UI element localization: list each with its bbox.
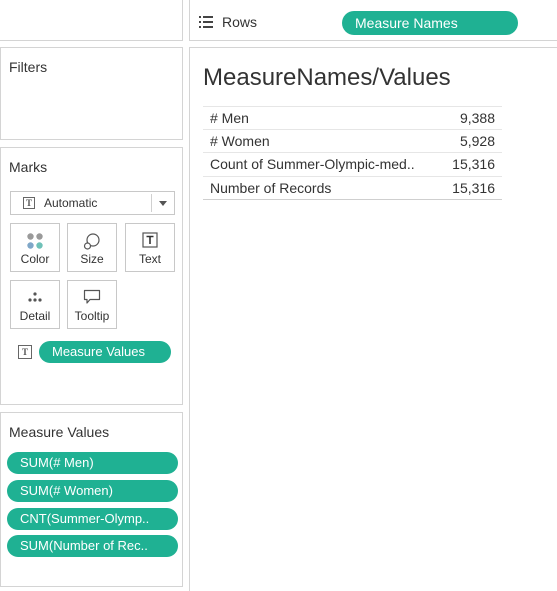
dropdown-divider [151, 194, 152, 212]
size-label: Size [80, 252, 104, 266]
measure-pill-men[interactable]: SUM(# Men) [7, 452, 178, 474]
tooltip-icon [83, 289, 101, 304]
view-canvas[interactable]: MeasureNames/Values # Men 9,388 # Women … [189, 47, 557, 591]
row-value: 9,388 [459, 110, 495, 126]
measure-values-pane: Measure Values SUM(# Men) SUM(# Women) C… [0, 412, 183, 587]
text-encoding-icon: T [18, 345, 32, 359]
tooltip-label: Tooltip [74, 309, 110, 323]
filters-pane[interactable]: Filters [0, 47, 183, 140]
measure-pill-count[interactable]: CNT(Summer-Olymp.. [7, 508, 178, 530]
tooltip-button[interactable]: Tooltip [67, 280, 117, 329]
text-icon [142, 232, 158, 248]
detail-dots-icon [28, 292, 42, 302]
marks-title: Marks [9, 159, 48, 175]
size-icon [83, 233, 100, 250]
mark-type-value: Automatic [44, 196, 98, 210]
pages-pane [0, 0, 183, 41]
filters-title: Filters [9, 59, 48, 75]
marks-pane: Marks T Automatic Color Size Text Detail… [0, 147, 183, 405]
detail-label: Detail [19, 309, 51, 323]
table-row[interactable]: # Women 5,928 [203, 130, 502, 153]
row-header: # Men [210, 110, 249, 126]
row-value: 15,316 [452, 179, 495, 196]
color-button[interactable]: Color [10, 223, 60, 272]
crosstab-table: # Men 9,388 # Women 5,928 Count of Summe… [203, 106, 502, 200]
rows-shelf[interactable]: Rows Measure Names [189, 0, 557, 41]
table-row[interactable]: Count of Summer-Olympic-med.. 15,316 [203, 153, 502, 177]
table-row[interactable]: Number of Records 15,316 [203, 177, 502, 200]
text-mark-icon: T [23, 197, 35, 209]
view-title: MeasureNames/Values [203, 64, 451, 91]
measure-values-text-pill[interactable]: Measure Values [39, 341, 171, 363]
measure-pill-records[interactable]: SUM(Number of Rec.. [7, 535, 178, 557]
row-header: Number of Records [210, 179, 332, 196]
text-label: Text [138, 252, 161, 266]
rows-icon [199, 16, 213, 28]
measure-pill-women[interactable]: SUM(# Women) [7, 480, 178, 502]
detail-button[interactable]: Detail [10, 280, 60, 329]
chevron-down-icon[interactable] [159, 201, 167, 206]
color-label: Color [20, 252, 50, 266]
size-button[interactable]: Size [67, 223, 117, 272]
row-value: 5,928 [459, 132, 495, 149]
color-dots-icon [27, 233, 43, 249]
text-button[interactable]: Text [125, 223, 175, 272]
row-header: Count of Summer-Olympic-med.. [210, 156, 415, 172]
mark-type-dropdown[interactable]: T Automatic [10, 191, 175, 215]
row-value: 15,316 [452, 156, 495, 172]
table-row[interactable]: # Men 9,388 [203, 106, 502, 130]
rows-label: Rows [222, 14, 258, 30]
row-header: # Women [210, 132, 270, 149]
measure-names-pill[interactable]: Measure Names [342, 11, 518, 35]
measure-values-title: Measure Values [9, 424, 110, 440]
